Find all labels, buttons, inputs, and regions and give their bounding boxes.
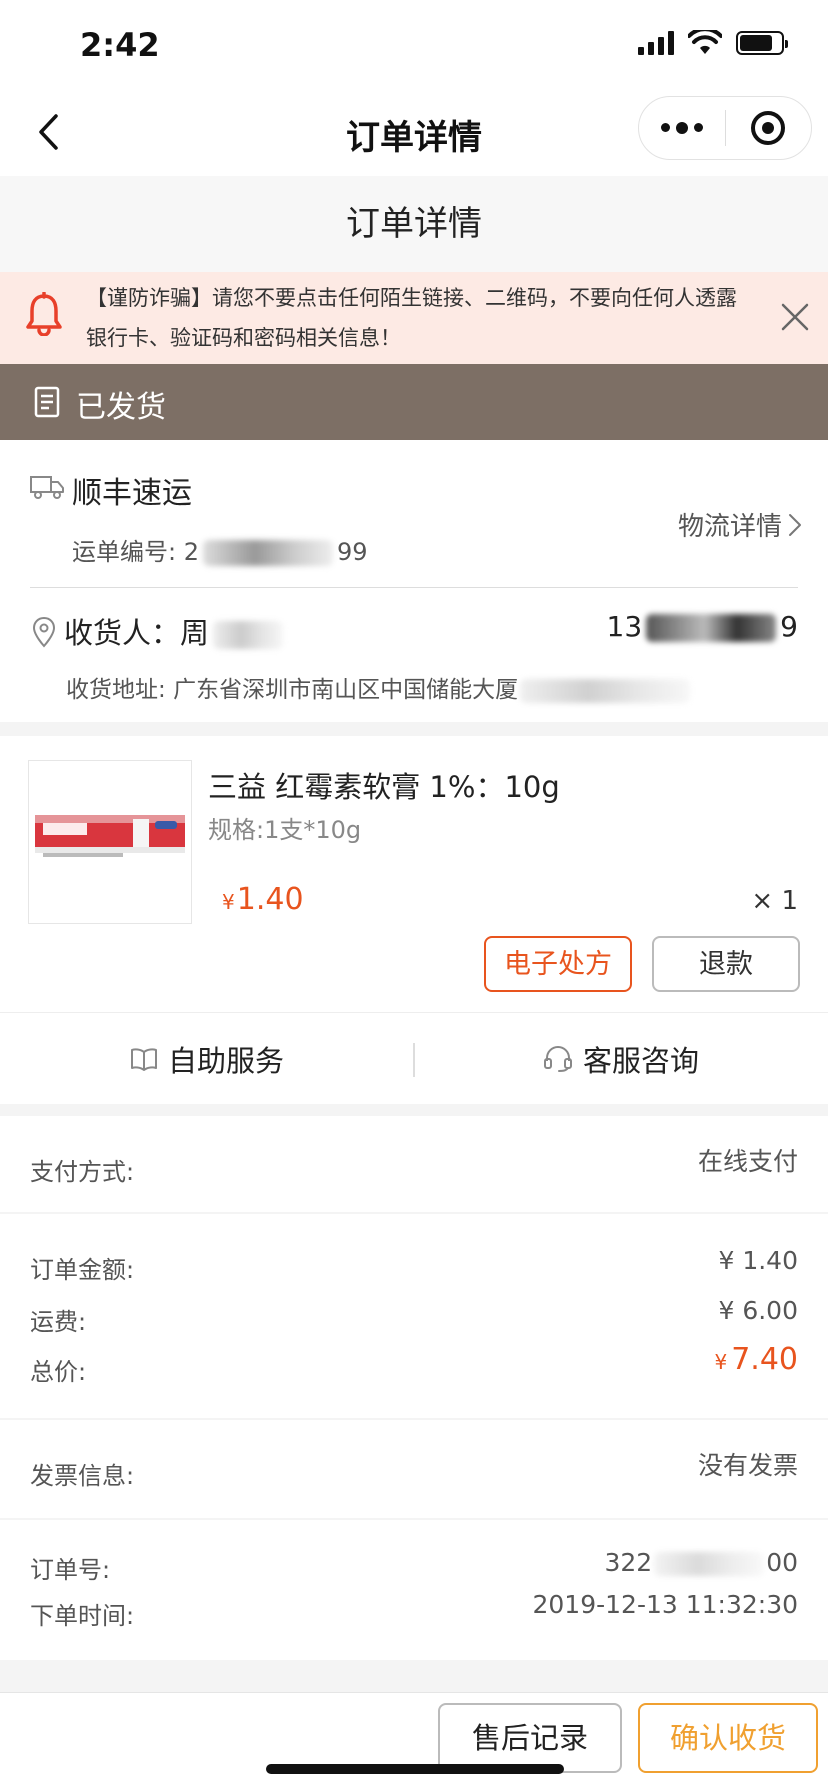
shipping-label: 运费: [30,1308,87,1336]
total-value: ¥7.40 [714,1342,798,1377]
location-pin-icon [32,616,56,648]
redacted-blur [203,540,333,566]
warning-text: 【谨防诈骗】请您不要点击任何陌生链接、二维码，不要向任何人透露银行卡、验证码和密… [86,286,737,350]
divider [30,587,798,588]
refund-button[interactable]: 退款 [652,936,800,992]
chevron-right-icon [789,513,801,536]
e-prescription-button[interactable]: 电子处方 [484,936,632,992]
order-time-label: 下单时间: [30,1602,135,1630]
nav-bar: 订单详情 [0,88,828,176]
shipping-value: ¥ 6.00 [718,1296,798,1325]
order-status-label: 已发货 [76,390,166,425]
address-text: 广东省深圳市南山区中国储能大厦 [173,677,519,703]
product-spec: 规格:1支*10g [208,816,362,844]
payment-section: 支付方式: 在线支付 [0,1116,828,1212]
order-number-prefix: 322 [604,1548,653,1577]
price-value: 1.40 [236,882,304,917]
waybill-suffix: 99 [337,538,368,566]
order-info-section: 订单号: 322 00 下单时间: 2019-12-13 11:32:30 [0,1520,828,1660]
target-icon [751,111,786,145]
after-sales-button[interactable]: 售后记录 [438,1703,622,1773]
product-price: ¥1.40 [222,882,304,917]
product-name: 三益 红霉素软膏 1%：10g [208,770,560,804]
logistics-detail-label: 物流详情 [677,512,782,542]
redacted-blur [520,678,691,703]
mini-program-capsule [638,96,812,160]
invoice-label: 发票信息: [30,1462,135,1490]
waybill-number: 运单编号: 2 99 [72,532,368,567]
product-quantity: × 1 [751,886,798,916]
self-service-label: 自助服务 [167,1044,284,1078]
redacted-blur [646,614,777,642]
battery-icon [736,31,788,55]
service-row: 自助服务 客服咨询 [0,1012,828,1104]
ointment-package-image [35,815,185,857]
headset-icon [543,1046,572,1072]
logistics-detail-link[interactable]: 物流详情 [678,506,802,543]
payment-value: 在线支付 [697,1147,798,1176]
product-thumbnail[interactable] [28,760,192,924]
receiver-address: 收货地址: 广东省深圳市南山区中国储能大厦 [66,670,691,704]
self-service-button[interactable]: 自助服务 [0,1013,414,1105]
confirm-receipt-button[interactable]: 确认收货 [638,1703,818,1773]
receiver-name: 收货人：周 [64,610,284,652]
carrier-name: 顺丰速运 [72,476,192,511]
truck-icon [30,476,64,499]
status-bar: 2:42 [0,0,828,88]
order-status-strip: 已发货 [0,364,828,440]
page-header-title: 订单详情 [0,176,828,272]
currency-symbol: ¥ [714,1350,728,1374]
order-amount-value: ¥ 1.40 [718,1246,798,1275]
back-button[interactable] [24,108,72,156]
receiver-phone: 13 9 [607,610,798,643]
order-number-label: 订单号: [30,1556,111,1584]
phone-prefix: 13 [606,610,643,643]
close-icon[interactable] [778,300,812,334]
redacted-blur [654,1552,765,1576]
fraud-warning-banner: 【谨防诈骗】请您不要点击任何陌生链接、二维码，不要向任何人透露银行卡、验证码和密… [0,272,828,364]
wifi-icon [688,30,722,54]
document-icon [34,386,60,418]
waybill-label: 运单编号: [72,538,184,566]
cellular-signal-icon [638,31,674,55]
order-time-value: 2019-12-13 11:32:30 [532,1590,798,1619]
bottom-action-bar: 售后记录 确认收货 [0,1692,828,1792]
invoice-value: 没有发票 [697,1451,798,1480]
phone-suffix: 9 [780,610,798,643]
book-icon [130,1048,157,1071]
currency-symbol: ¥ [222,890,235,914]
customer-service-button[interactable]: 客服咨询 [414,1013,828,1105]
amount-section: 订单金额: ¥ 1.40 运费: ¥ 6.00 总价: ¥7.40 [0,1214,828,1418]
address-label: 收货地址: [66,677,174,703]
product-card: 三益 红霉素软膏 1%：10g 规格:1支*10g ¥1.40 × 1 电子处方… [0,736,828,1012]
order-number-value: 322 00 [604,1548,798,1577]
order-number-suffix: 00 [766,1548,798,1577]
invoice-section: 发票信息: 没有发票 [0,1420,828,1518]
logistics-card: 顺丰速运 运单编号: 2 99 物流详情 收货人：周 13 9 收货地址: 广东省深… [0,440,828,722]
close-miniprogram-button[interactable] [726,97,812,159]
status-icons [638,30,788,56]
bell-icon [26,292,62,336]
more-dots-icon [660,121,703,134]
redacted-blur [213,621,284,649]
home-indicator [266,1764,564,1774]
payment-label: 支付方式: [30,1158,135,1186]
order-amount-label: 订单金额: [30,1256,135,1284]
status-time: 2:42 [80,26,160,64]
total-amount: 7.40 [731,1342,798,1377]
total-label: 总价: [30,1358,87,1386]
receiver-name-prefix: 周 [180,616,210,650]
more-button[interactable] [639,97,725,159]
waybill-prefix: 2 [183,538,199,566]
receiver-label: 收货人： [64,616,181,650]
chevron-left-icon [39,114,58,150]
customer-service-label: 客服咨询 [582,1044,699,1078]
